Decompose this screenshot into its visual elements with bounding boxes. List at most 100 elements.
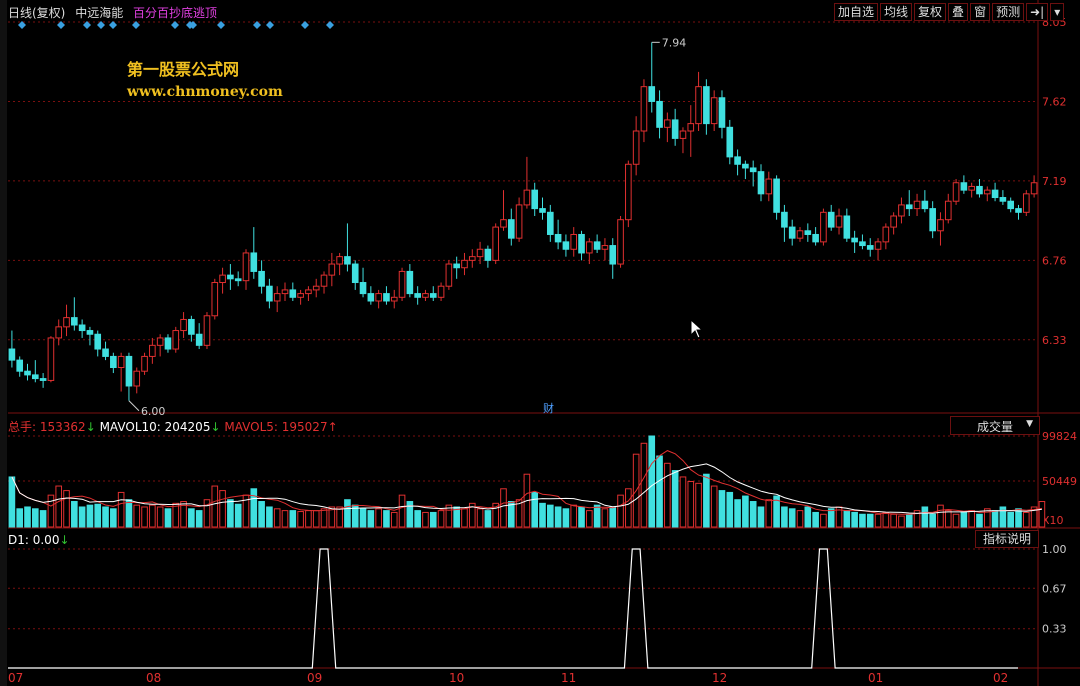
volume-bar: [110, 508, 117, 528]
mavol10-arrow: ↓: [210, 420, 221, 434]
candle-body: [1022, 193, 1030, 213]
end-arrow-icon[interactable]: ➜|: [1026, 3, 1049, 21]
volume-bar: [273, 508, 281, 528]
menu-dropdown-icon[interactable]: ▾: [1050, 3, 1065, 21]
candle-body: [1007, 200, 1014, 210]
mavol10-value: 204205: [164, 420, 211, 434]
candle-body: [671, 119, 679, 139]
overlay-button[interactable]: 叠: [948, 3, 969, 21]
date-tick-label: 11: [561, 671, 576, 685]
volume-bar: [398, 494, 406, 528]
volume-bar: [944, 510, 952, 528]
volume-bar: [156, 506, 164, 528]
date-tick-label: 02: [993, 671, 1008, 685]
signal-diamond-icon: [301, 21, 309, 29]
volume-bar: [94, 503, 102, 528]
candle-body: [297, 293, 304, 298]
candle-body: [351, 263, 359, 284]
volume-tick-label: 99824: [1042, 430, 1077, 443]
candle-body: [804, 230, 812, 235]
candle-body: [375, 293, 382, 302]
high-marker-label: 7.94: [662, 36, 687, 49]
volume-bar: [609, 506, 617, 528]
candle-body: [617, 219, 624, 265]
candle-body: [344, 256, 351, 265]
volume-bar: [102, 506, 109, 528]
candle-body: [195, 333, 203, 346]
forecast-button[interactable]: 预测: [992, 3, 1025, 21]
window-button[interactable]: 窗: [970, 3, 991, 21]
signal-diamond-icon: [109, 21, 117, 29]
candle-body: [55, 326, 63, 339]
volume-bar: [601, 508, 609, 528]
candle-body: [149, 344, 156, 357]
volume-bar: [320, 508, 328, 528]
candle-body: [453, 263, 460, 269]
volume-bar: [547, 504, 554, 528]
candle-body: [710, 97, 718, 125]
candle-body: [476, 248, 484, 258]
stock-name: 中远海能: [75, 6, 124, 20]
candle-body: [484, 248, 492, 261]
candle-body: [242, 252, 250, 282]
add-favorite-button[interactable]: 加自选: [834, 3, 879, 21]
signal-diamond-icon: [326, 21, 334, 29]
candle-body: [586, 241, 593, 254]
volume-bar: [266, 506, 273, 528]
volume-bar: [1022, 511, 1030, 528]
candle-body: [648, 86, 656, 102]
period-label[interactable]: 日线(复权): [8, 6, 65, 20]
mavol5-value: 195027: [281, 420, 328, 434]
candle-body: [141, 355, 148, 372]
indicator-explain-button[interactable]: 指标说明: [975, 530, 1039, 548]
volume-bar: [195, 510, 203, 528]
candle-body: [921, 200, 929, 210]
candle-body: [266, 285, 273, 302]
volume-bar: [39, 510, 47, 528]
candle-body: [866, 245, 874, 250]
volume-bar: [1007, 511, 1014, 528]
candle-body: [305, 289, 312, 295]
volume-bar: [593, 504, 601, 528]
mavol5-label: MAVOL5: [224, 420, 274, 434]
candle-body: [796, 230, 804, 239]
signal-diamond-icon: [171, 21, 179, 29]
date-tick-label: 01: [868, 671, 883, 685]
indicator-tick-label: 1.00: [1042, 543, 1067, 556]
indicator-select[interactable]: 成交量 ▼: [950, 416, 1040, 435]
date-tick-label: 09: [307, 671, 322, 685]
candle-body: [515, 204, 523, 239]
candle-body: [468, 256, 476, 261]
moving-average-button[interactable]: 均线: [880, 3, 913, 21]
candle-body: [812, 233, 819, 243]
candle-body: [203, 315, 211, 346]
volume-bar: [414, 510, 421, 528]
volume-bar: [375, 508, 382, 528]
volume-bar: [422, 511, 429, 528]
candle-body: [461, 259, 468, 269]
volume-bar: [781, 506, 788, 528]
candle-body: [180, 318, 187, 332]
volume-bar: [562, 508, 570, 528]
candle-body: [336, 256, 343, 265]
adjust-button[interactable]: 复权: [914, 3, 947, 21]
volume-bar: [710, 485, 718, 528]
volume-bar: [47, 494, 55, 528]
volume-bar: [929, 513, 936, 528]
volume-bar: [695, 482, 702, 528]
volume-bar: [211, 485, 219, 528]
candle-body: [781, 211, 788, 228]
candle-body: [445, 263, 453, 287]
volume-bar: [336, 506, 343, 528]
candle-body: [125, 355, 133, 387]
candle-body: [281, 289, 289, 295]
volume-bar: [804, 506, 812, 528]
volume-bar: [344, 499, 351, 528]
volume-bar: [812, 511, 819, 528]
finance-marker[interactable]: 财: [543, 400, 554, 416]
indicator-value: 0.00: [32, 533, 60, 547]
volume-bar: [297, 511, 304, 528]
candle-body: [507, 219, 515, 239]
volume-bar: [586, 510, 593, 528]
candle-body: [164, 337, 172, 350]
